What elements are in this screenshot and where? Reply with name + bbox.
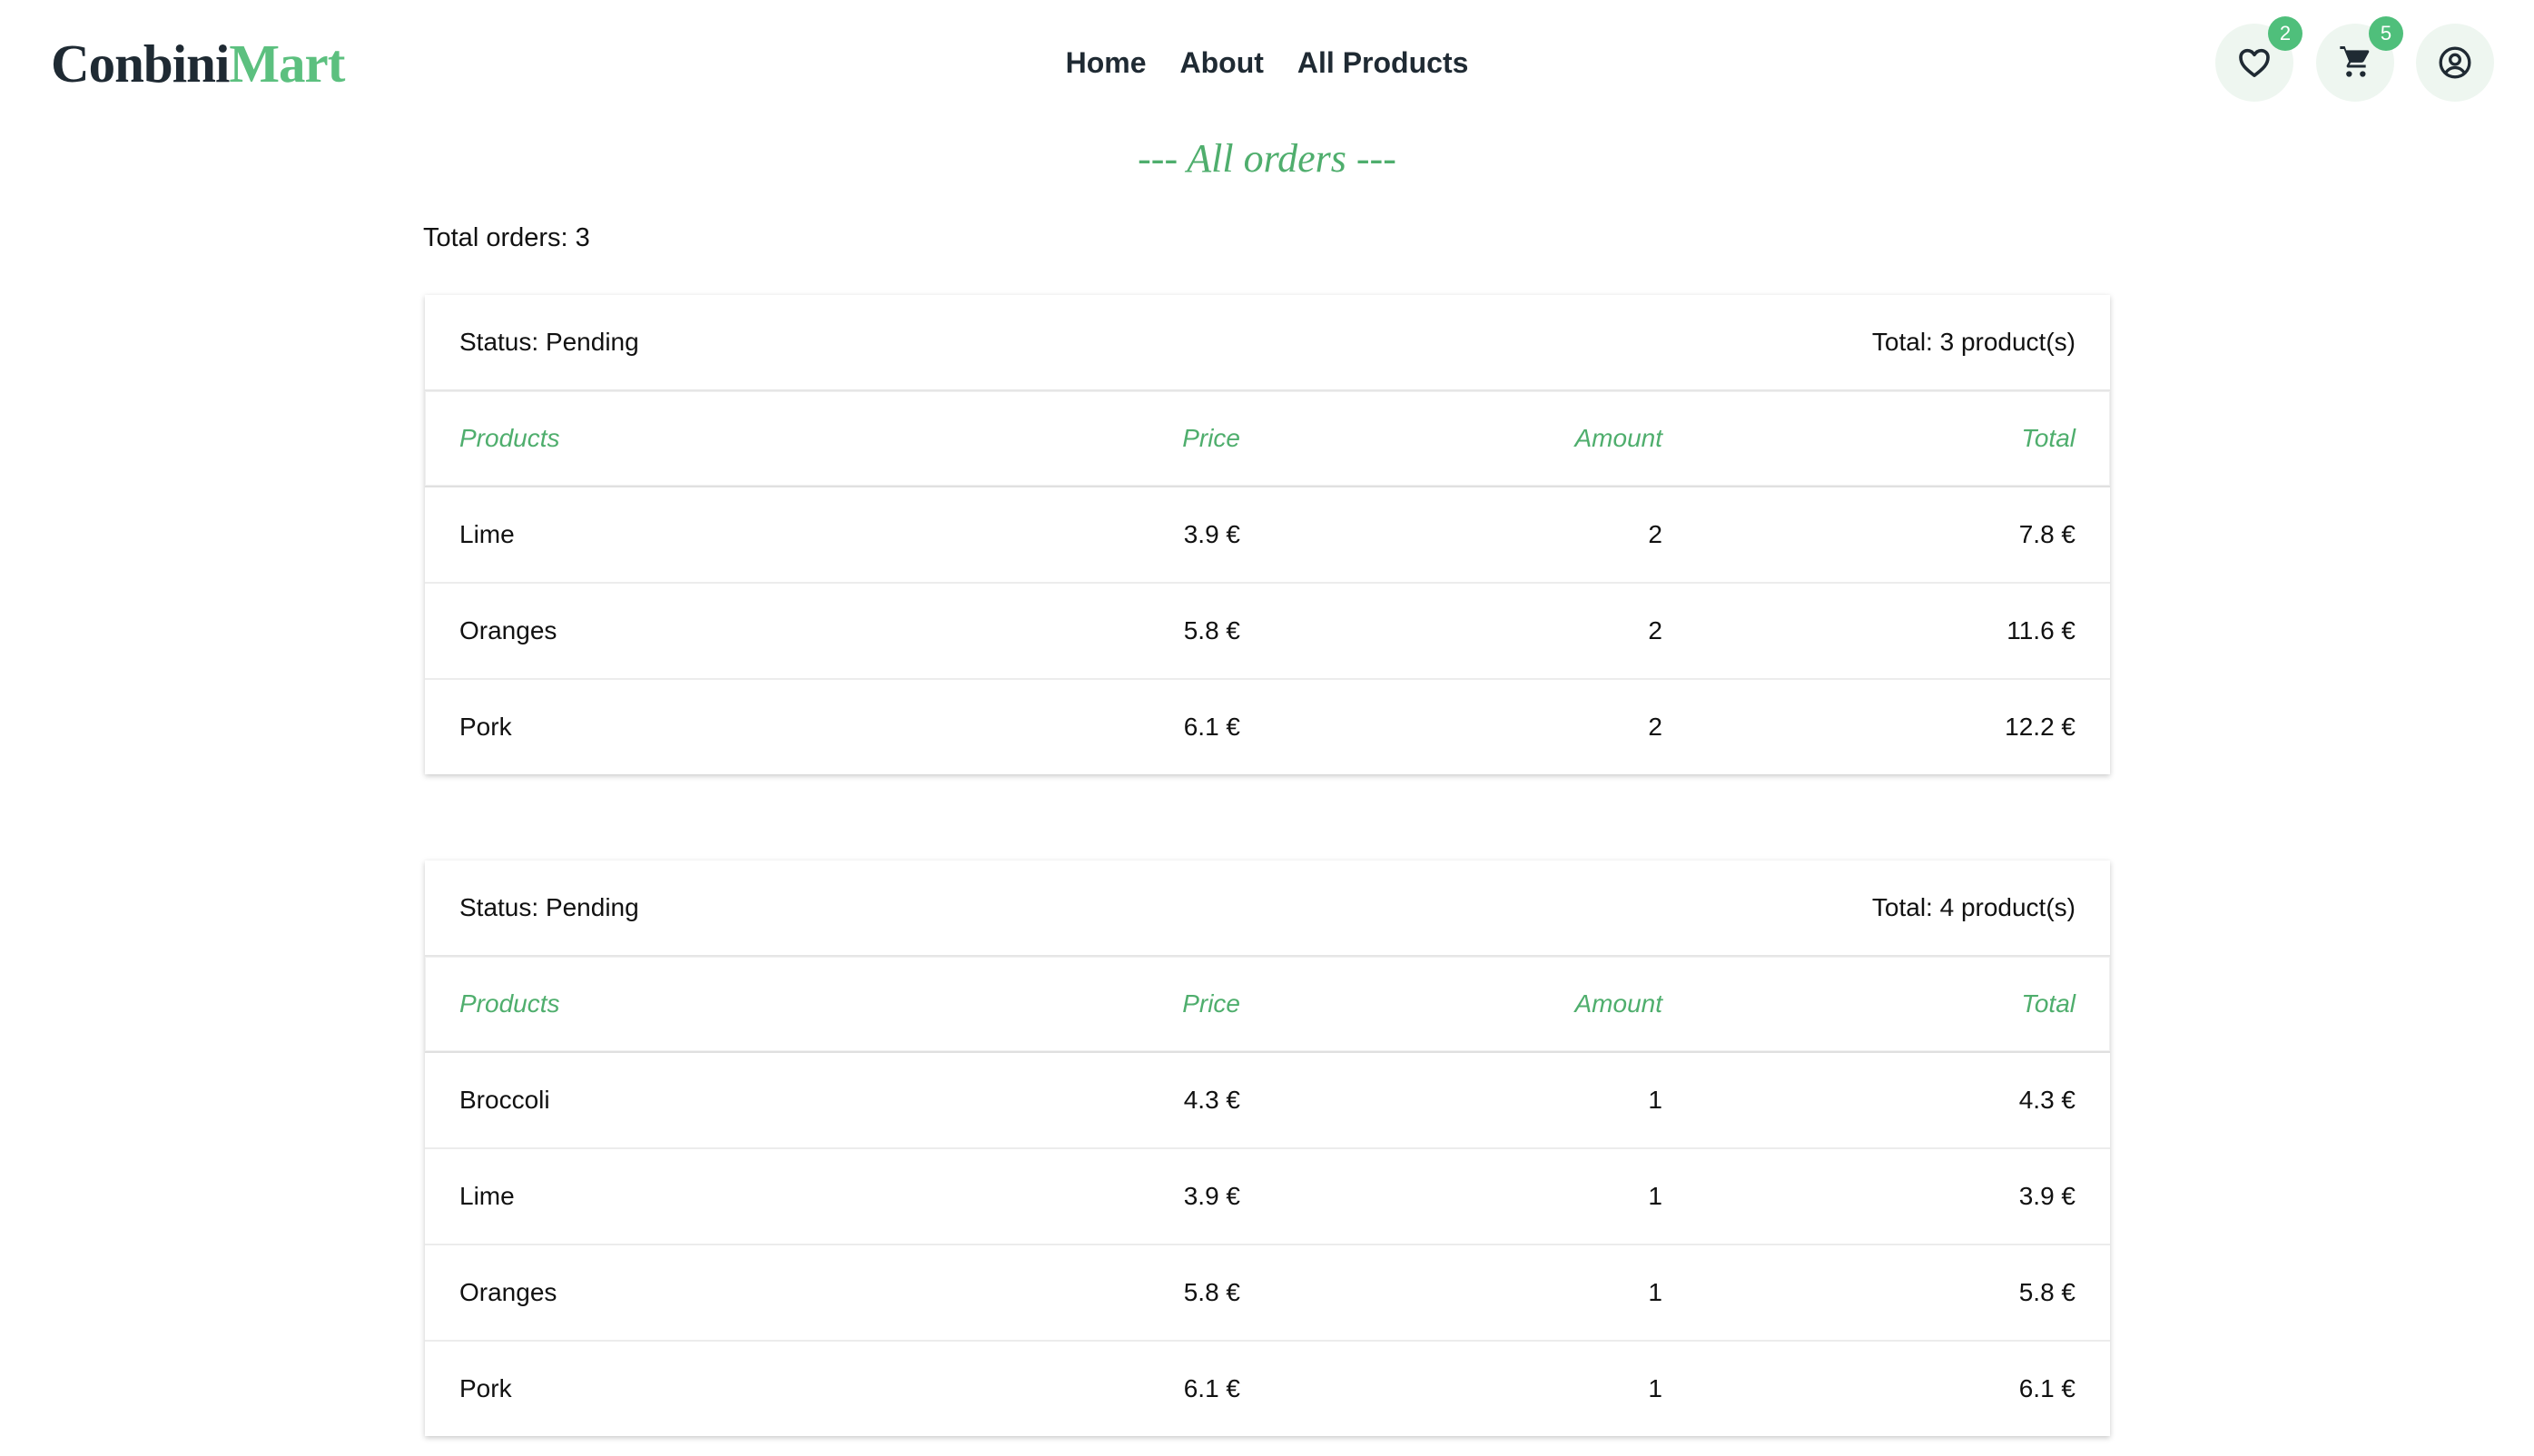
product-amount: 1 <box>1648 1278 1662 1306</box>
product-name: Pork <box>459 1374 512 1402</box>
product-name: Oranges <box>459 616 557 644</box>
main-nav: Home About All Products <box>0 42 2534 84</box>
column-header-amount: Amount <box>1574 424 1663 452</box>
product-total: 3.9 € <box>2018 1182 2076 1210</box>
product-price: 3.9 € <box>1183 520 1240 548</box>
account-button[interactable] <box>2416 24 2494 102</box>
order-card: Status: Pending Total: 4 product(s) Prod… <box>425 861 2110 1436</box>
table-row: Broccoli 4.3 € 1 4.3 € <box>425 1053 2110 1149</box>
product-total: 6.1 € <box>2018 1374 2076 1402</box>
total-orders-count: Total orders: 3 <box>423 223 590 252</box>
order-header: Status: Pending Total: 4 product(s) <box>425 861 2110 957</box>
table-row: Oranges 5.8 € 1 5.8 € <box>425 1245 2110 1342</box>
product-name: Pork <box>459 713 512 741</box>
product-price: 6.1 € <box>1183 713 1240 741</box>
nav-home-link[interactable]: Home <box>1066 42 1147 84</box>
product-total: 5.8 € <box>2018 1278 2076 1306</box>
column-header-products: Products <box>459 989 560 1018</box>
product-amount: 1 <box>1648 1374 1662 1402</box>
cart-icon <box>2340 46 2370 77</box>
column-header-total: Total <box>2021 424 2076 452</box>
order-column-headers: Products Price Amount Total <box>425 957 2110 1053</box>
user-circle-icon <box>2439 46 2471 79</box>
table-row: Pork 6.1 € 1 6.1 € <box>425 1342 2110 1436</box>
product-amount: 2 <box>1648 713 1662 741</box>
product-amount: 2 <box>1648 520 1662 548</box>
column-header-total: Total <box>2021 989 2076 1018</box>
order-status: Status: Pending <box>459 328 639 356</box>
product-total: 4.3 € <box>2018 1086 2076 1114</box>
column-header-amount: Amount <box>1574 989 1663 1018</box>
product-total: 12.2 € <box>2005 713 2076 741</box>
page-title: --- All orders --- <box>1138 136 1396 181</box>
table-row: Oranges 5.8 € 2 11.6 € <box>425 584 2110 680</box>
product-price: 3.9 € <box>1183 1182 1240 1210</box>
cart-button[interactable]: 5 <box>2316 16 2403 102</box>
order-total-products: Total: 3 product(s) <box>1871 328 2076 356</box>
order-column-headers: Products Price Amount Total <box>425 391 2110 487</box>
nav-about-link[interactable]: About <box>1180 42 1264 84</box>
product-amount: 1 <box>1648 1086 1662 1114</box>
product-price: 5.8 € <box>1183 616 1240 644</box>
column-header-price: Price <box>1182 989 1240 1018</box>
product-amount: 1 <box>1648 1182 1662 1210</box>
cart-count-badge: 5 <box>2369 16 2403 51</box>
order-total-products: Total: 4 product(s) <box>1871 893 2076 921</box>
heart-icon <box>2239 48 2270 77</box>
order-header: Status: Pending Total: 3 product(s) <box>425 295 2110 391</box>
header: ConbiniMart Home About All Products 2 5 <box>0 0 2534 127</box>
table-row: Lime 3.9 € 1 3.9 € <box>425 1149 2110 1245</box>
product-name: Broccoli <box>459 1086 550 1114</box>
wishlist-count-badge: 2 <box>2268 16 2302 51</box>
product-name: Oranges <box>459 1278 557 1306</box>
order-status: Status: Pending <box>459 893 639 921</box>
product-amount: 2 <box>1648 616 1662 644</box>
table-row: Lime 3.9 € 2 7.8 € <box>425 487 2110 584</box>
product-total: 11.6 € <box>2006 616 2076 644</box>
product-price: 5.8 € <box>1183 1278 1240 1306</box>
product-name: Lime <box>459 1182 515 1210</box>
product-name: Lime <box>459 520 515 548</box>
product-price: 4.3 € <box>1183 1086 1240 1114</box>
order-card: Status: Pending Total: 3 product(s) Prod… <box>425 295 2110 774</box>
wishlist-button[interactable]: 2 <box>2215 16 2302 102</box>
column-header-products: Products <box>459 424 560 452</box>
nav-all-products-link[interactable]: All Products <box>1297 42 1468 84</box>
table-row: Pork 6.1 € 2 12.2 € <box>425 680 2110 774</box>
product-price: 6.1 € <box>1183 1374 1240 1402</box>
product-total: 7.8 € <box>2018 520 2076 548</box>
column-header-price: Price <box>1182 424 1240 452</box>
